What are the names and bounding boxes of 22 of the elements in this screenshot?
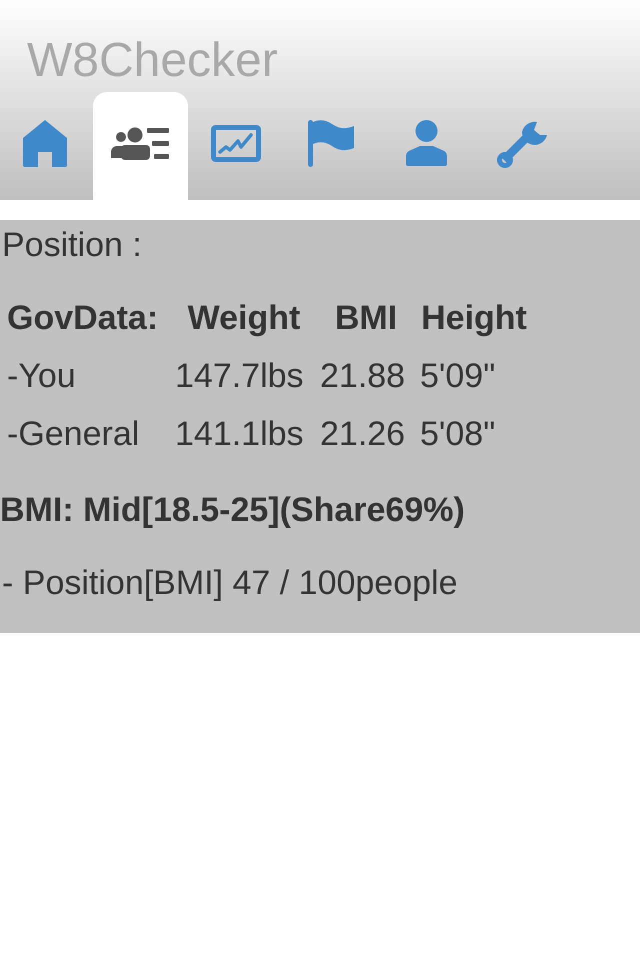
people-list-icon — [111, 126, 170, 160]
tab[interactable] — [92, 92, 188, 200]
person-icon — [406, 120, 448, 166]
table-cell: 5'08" — [420, 415, 496, 453]
row-label: -General — [7, 415, 140, 453]
flag-icon — [308, 120, 354, 166]
chart-icon — [210, 124, 261, 162]
bmi-summary: BMI: Mid[18.5-25](Share69%) — [0, 490, 465, 530]
column-header: BMI — [334, 299, 398, 337]
table-cell: 21.26 — [320, 415, 406, 453]
home-icon — [22, 120, 67, 166]
column-header: GovData: — [7, 299, 158, 337]
bmi-rank-text: - Position[BMI] 47 / 100people — [1, 563, 458, 603]
column-header: Weight — [188, 299, 300, 337]
column-header: Height — [421, 299, 527, 337]
row-label: -You — [7, 357, 76, 395]
table-cell: 147.7lbs — [175, 357, 304, 395]
app-title: W8Checker — [27, 37, 278, 85]
table-cell: 5'09" — [420, 357, 496, 395]
table-cell: 141.1lbs — [175, 415, 304, 453]
section-heading: Position : — [1, 225, 142, 265]
table-cell: 21.88 — [320, 357, 406, 395]
